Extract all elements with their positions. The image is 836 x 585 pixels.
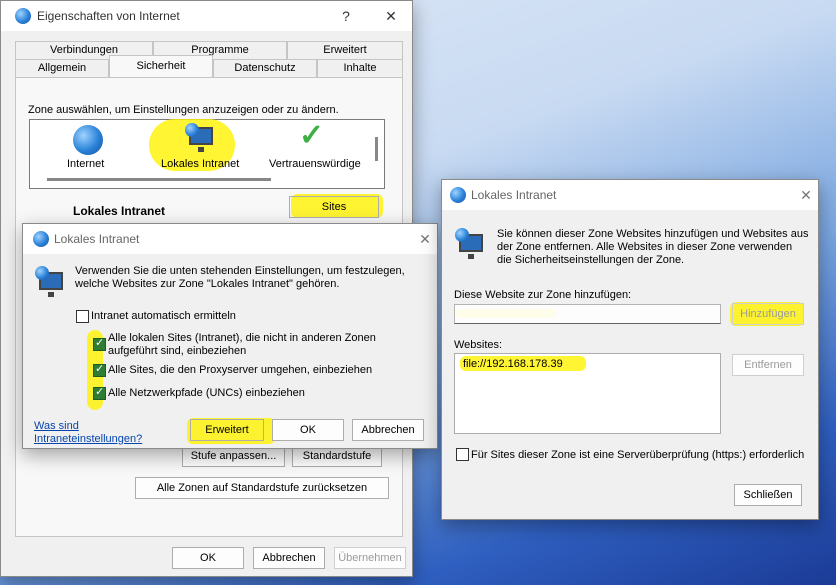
tab-allgemein[interactable]: Allgemein	[15, 59, 109, 77]
websites-label: Websites:	[454, 339, 503, 351]
help-link[interactable]: Was sind Intraneteinstellungen?	[34, 420, 152, 446]
zone-list-vscroll[interactable]	[375, 137, 378, 161]
apply-button[interactable]: Übernehmen	[334, 547, 406, 569]
intranet-globe-icon	[35, 266, 49, 280]
sites-dialog: Lokales Intranet ✕ Sie können dieser Zon…	[441, 179, 819, 520]
proxy-bypass-label: Alle Sites, die den Proxyserver umgehen,…	[108, 364, 373, 376]
websites-list[interactable]: file://192.168.178.39	[454, 353, 721, 434]
ie-globe-icon	[33, 231, 49, 247]
reset-all-zones-button[interactable]: Alle Zonen auf Standardstufe zurücksetze…	[135, 477, 389, 499]
intranet-dialog: Lokales Intranet ✕ Verwenden Sie die unt…	[22, 223, 438, 449]
zone-vertrauenswuerdige[interactable]: Vertrauenswürdige	[269, 158, 361, 170]
title-bar: Lokales Intranet ✕	[442, 180, 818, 210]
tab-inhalte[interactable]: Inhalte	[317, 59, 403, 77]
zone-title: Lokales Intranet	[73, 204, 166, 218]
ok-button[interactable]: OK	[172, 547, 244, 569]
unc-paths-checkbox[interactable]	[93, 385, 106, 400]
sites-button[interactable]: Sites	[289, 196, 379, 218]
website-entry[interactable]: file://192.168.178.39	[463, 358, 563, 370]
intranet-globe-icon	[185, 123, 199, 137]
window-title: Eigenschaften von Internet	[37, 9, 180, 23]
internet-zone-icon	[73, 125, 103, 155]
cancel-button[interactable]: Abbrechen	[352, 419, 424, 441]
zone-prompt: Zone auswählen, um Einstellungen anzuzei…	[28, 104, 339, 116]
tab-datenschutz[interactable]: Datenschutz	[213, 59, 317, 77]
zone-internet[interactable]: Internet	[67, 158, 104, 170]
help-button[interactable]: ?	[334, 5, 358, 27]
add-site-label: Diese Website zur Zone hinzufügen:	[454, 289, 632, 301]
auto-detect-checkbox[interactable]	[76, 310, 89, 323]
close-button[interactable]: ✕	[379, 5, 403, 27]
advanced-button[interactable]: Erweitert	[190, 419, 264, 441]
ie-globe-icon	[15, 8, 31, 24]
dialog-title: Lokales Intranet	[471, 188, 557, 202]
ie-globe-icon	[450, 187, 466, 203]
dialog-description: Verwenden Sie die unten stehenden Einste…	[75, 265, 405, 290]
tab-erweitert[interactable]: Erweitert	[287, 41, 403, 59]
remove-button[interactable]: Entfernen	[732, 354, 804, 376]
title-bar: Lokales Intranet ✕	[23, 224, 437, 254]
close-button[interactable]: ✕	[794, 184, 818, 206]
https-required-label: Für Sites dieser Zone ist eine Serverübe…	[471, 449, 805, 461]
add-site-input[interactable]	[454, 304, 721, 324]
local-sites-label: Alle lokalen Sites (Intranet), die nicht…	[108, 332, 376, 357]
title-bar: Eigenschaften von Internet ? ✕	[1, 1, 412, 31]
close-dialog-button[interactable]: Schließen	[734, 484, 802, 506]
tab-sicherheit[interactable]: Sicherheit	[109, 55, 213, 77]
https-required-checkbox[interactable]	[456, 448, 469, 461]
intranet-globe-icon	[455, 228, 469, 242]
ok-button[interactable]: OK	[272, 419, 344, 441]
dialog-title: Lokales Intranet	[54, 232, 140, 246]
dialog-description: Sie können dieser Zone Websites hinzufüg…	[497, 228, 809, 266]
local-sites-checkbox[interactable]	[93, 336, 106, 351]
checkmark-icon: ✓	[299, 119, 325, 152]
close-button[interactable]: ✕	[413, 228, 437, 250]
zone-list-hscroll[interactable]	[47, 178, 271, 181]
add-button[interactable]: Hinzufügen	[732, 303, 804, 325]
cancel-button[interactable]: Abbrechen	[253, 547, 325, 569]
unc-paths-label: Alle Netzwerkpfade (UNCs) einbeziehen	[108, 387, 305, 399]
proxy-bypass-checkbox[interactable]	[93, 362, 106, 377]
zone-lokales-intranet[interactable]: Lokales Intranet	[161, 158, 239, 170]
auto-detect-label: Intranet automatisch ermitteln	[91, 310, 236, 322]
